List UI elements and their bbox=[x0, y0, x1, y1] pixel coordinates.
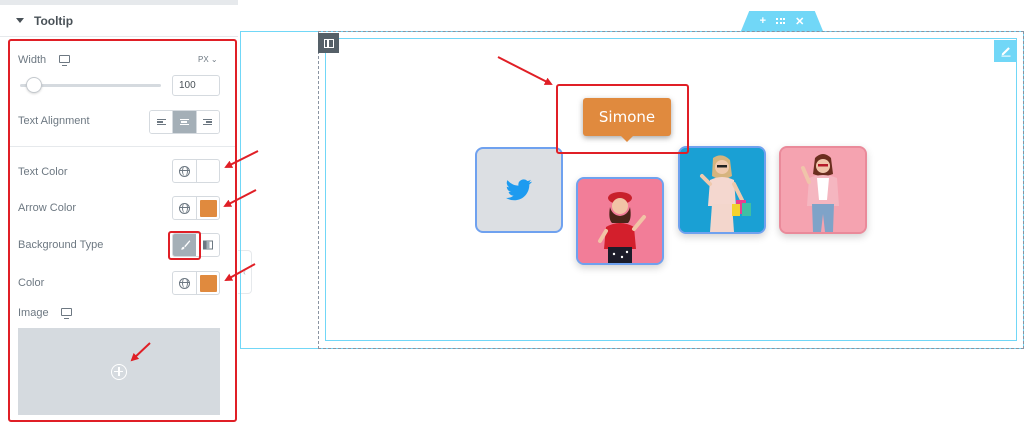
annotation-bgtype-box bbox=[168, 231, 201, 260]
person-photo-tile[interactable] bbox=[678, 146, 766, 234]
woman-shopping-bags-image bbox=[680, 148, 764, 232]
column-icon bbox=[323, 38, 334, 48]
twitter-tile[interactable] bbox=[475, 147, 563, 233]
caret-down-icon bbox=[16, 18, 24, 23]
person-photo-tile[interactable] bbox=[779, 146, 867, 234]
section-title: Tooltip bbox=[34, 13, 74, 28]
delete-section-icon[interactable]: ✕ bbox=[795, 15, 804, 28]
person-photo-tile[interactable] bbox=[576, 177, 664, 265]
woman-pink-blazer-image bbox=[781, 148, 865, 232]
woman-red-beret-image bbox=[578, 179, 662, 263]
annotation-panel-box bbox=[8, 39, 237, 422]
column-handle[interactable] bbox=[318, 33, 339, 53]
add-section-icon[interactable]: + bbox=[760, 15, 766, 27]
annotation-tooltip-box bbox=[556, 84, 689, 154]
section-handle[interactable]: + ✕ bbox=[741, 11, 823, 31]
pencil-icon bbox=[1001, 47, 1010, 57]
tooltip-section-header[interactable]: Tooltip bbox=[0, 5, 238, 37]
drag-handle-icon[interactable] bbox=[776, 18, 786, 24]
edit-widget-button[interactable] bbox=[994, 40, 1017, 62]
twitter-bird-icon bbox=[506, 179, 532, 201]
